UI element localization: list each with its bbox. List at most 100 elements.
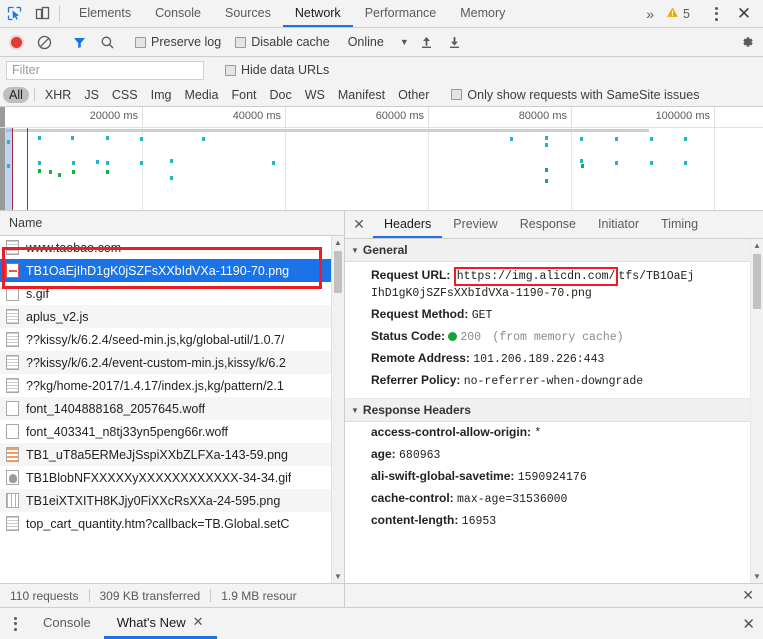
drawer-tab-whats-new[interactable]: What's New ✕ xyxy=(104,608,217,639)
tab-initiator[interactable]: Initiator xyxy=(587,211,650,238)
checkbox-box xyxy=(451,89,462,100)
status-code-row: Status Code: 200 (from memory cache) xyxy=(345,326,763,348)
type-filter-media[interactable]: Media xyxy=(178,87,224,103)
list-item[interactable]: font_403341_n8tj33yn5peng66r.woff xyxy=(0,420,344,443)
header-value: max-age=31536000 xyxy=(457,493,567,506)
list-item[interactable]: TB1eiXTXITH8KJjy0FiXXcRsXXa-24-595.png xyxy=(0,489,344,512)
status-code-key: Status Code: xyxy=(371,329,445,343)
section-response-headers[interactable]: ▼ Response Headers xyxy=(345,399,763,422)
type-filter-img[interactable]: Img xyxy=(145,87,178,103)
request-url-row: Request URL: https://img.alicdn.com/tfs/… xyxy=(345,265,763,304)
tab-timing[interactable]: Timing xyxy=(650,211,709,238)
image-icon xyxy=(6,447,19,462)
type-filter-all[interactable]: All xyxy=(3,87,29,103)
list-item[interactable]: www.taobao.com xyxy=(0,236,344,259)
tab-label: Response xyxy=(520,217,576,231)
filter-input[interactable] xyxy=(6,61,204,80)
type-filter-font[interactable]: Font xyxy=(226,87,263,103)
script-icon xyxy=(6,378,19,393)
filter-funnel-icon[interactable] xyxy=(65,35,93,50)
kebab-menu-icon[interactable] xyxy=(0,608,30,639)
type-filter-doc[interactable]: Doc xyxy=(264,87,298,103)
record-circle-icon[interactable] xyxy=(2,37,30,48)
headers-content[interactable]: ▼ General Request URL: https://img.alicd… xyxy=(345,239,763,583)
list-item[interactable]: s.gif xyxy=(0,282,344,305)
list-item[interactable]: TB1BlobNFXXXXXyXXXXXXXXXXXX-34-34.gif xyxy=(0,466,344,489)
inspect-element-icon[interactable] xyxy=(0,0,28,27)
warning-counter[interactable]: 5 xyxy=(660,6,696,22)
list-item[interactable]: TB1OaEjIhD1gK0jSZFsXXbIdVXa-1190-70.png xyxy=(0,259,344,282)
details-scrollbar[interactable]: ▲ ▼ xyxy=(750,239,763,583)
clear-no-entry-icon[interactable] xyxy=(30,35,58,50)
request-name: top_cart_quantity.htm?callback=TB.Global… xyxy=(26,517,289,531)
tab-preview[interactable]: Preview xyxy=(442,211,508,238)
type-filter-ws[interactable]: WS xyxy=(299,87,331,103)
detail-tab-bar: ✕ Headers Preview Response Initiator Tim… xyxy=(345,211,763,239)
list-item[interactable]: top_cart_quantity.htm?callback=TB.Global… xyxy=(0,512,344,535)
referrer-policy-row: Referrer Policy: no-referrer-when-downgr… xyxy=(345,370,763,392)
request-list-scrollbar[interactable]: ▲ ▼ xyxy=(331,236,344,583)
type-filter-css[interactable]: CSS xyxy=(106,87,144,103)
request-url-rest: tfs/TB1OaEj xyxy=(618,270,694,283)
list-item[interactable]: aplus_v2.js xyxy=(0,305,344,328)
scroll-up-arrow-icon[interactable]: ▲ xyxy=(332,236,344,249)
filter-row: Hide data URLs xyxy=(0,57,763,83)
hide-data-urls-checkbox[interactable]: Hide data URLs xyxy=(218,63,336,77)
close-icon[interactable]: ✕ xyxy=(729,4,759,24)
tab-memory[interactable]: Memory xyxy=(448,0,517,27)
list-item[interactable]: ??kissy/k/6.2.4/event-custom-min.js,kiss… xyxy=(0,351,344,374)
type-filter-js[interactable]: JS xyxy=(78,87,105,103)
request-list[interactable]: www.taobao.com TB1OaEjIhD1gK0jSZFsXXbIdV… xyxy=(0,236,344,583)
gear-icon[interactable] xyxy=(733,34,761,50)
warning-count-label: 5 xyxy=(683,7,690,21)
drawer-tab-console[interactable]: Console xyxy=(30,608,104,639)
close-icon[interactable]: ✕ xyxy=(193,614,204,630)
tab-elements[interactable]: Elements xyxy=(67,0,143,27)
column-header-name[interactable]: Name xyxy=(0,211,344,236)
section-general[interactable]: ▼ General xyxy=(345,239,763,262)
type-filter-xhr[interactable]: XHR xyxy=(39,87,77,103)
hide-data-urls-label: Hide data URLs xyxy=(241,63,329,77)
image-icon xyxy=(6,263,19,278)
tab-headers[interactable]: Headers xyxy=(373,211,442,238)
tab-performance[interactable]: Performance xyxy=(353,0,449,27)
load-event-line xyxy=(12,128,13,210)
export-down-arrow-icon[interactable] xyxy=(441,35,469,50)
samesite-issues-checkbox[interactable]: Only show requests with SameSite issues xyxy=(444,88,706,102)
remote-address-row: Remote Address: 101.206.189.226:443 xyxy=(345,348,763,370)
type-filter-manifest[interactable]: Manifest xyxy=(332,87,391,103)
overview-summary-line xyxy=(6,129,649,132)
green-status-dot-icon xyxy=(448,332,457,341)
list-item[interactable]: ??kissy/k/6.2.4/seed-min.js,kg/global-ut… xyxy=(0,328,344,351)
header-key: access-control-allow-origin: xyxy=(371,425,531,439)
tab-console[interactable]: Console xyxy=(143,0,213,27)
tick-label: 100000 ms xyxy=(656,110,714,122)
list-item[interactable]: ??kg/home-2017/1.4.17/index.js,kg/patter… xyxy=(0,374,344,397)
scroll-down-arrow-icon[interactable]: ▼ xyxy=(751,570,763,583)
warning-triangle-icon xyxy=(666,6,679,22)
tab-network[interactable]: Network xyxy=(283,0,353,27)
close-icon[interactable]: ✕ xyxy=(742,587,754,604)
chevron-double-right-icon[interactable]: » xyxy=(640,6,660,22)
preserve-log-checkbox[interactable]: Preserve log xyxy=(128,35,228,49)
device-toolbar-icon[interactable] xyxy=(28,0,56,27)
list-item[interactable]: font_1404888168_2057645.woff xyxy=(0,397,344,420)
list-item[interactable]: TB1_uT8a5ERMeJjSspiXXbZLFXa-143-59.png xyxy=(0,443,344,466)
kebab-menu-icon[interactable] xyxy=(703,7,729,21)
tab-label: Timing xyxy=(661,217,698,231)
scroll-up-arrow-icon[interactable]: ▲ xyxy=(751,239,763,252)
close-details-icon[interactable]: ✕ xyxy=(345,211,373,238)
throttling-select[interactable]: Online ▼ xyxy=(344,35,413,49)
tab-label: Preview xyxy=(453,217,497,231)
tab-sources[interactable]: Sources xyxy=(213,0,283,27)
network-overview[interactable]: 20000 ms 40000 ms 60000 ms 80000 ms 1000… xyxy=(0,107,763,211)
type-filter-other[interactable]: Other xyxy=(392,87,435,103)
search-magnifier-icon[interactable] xyxy=(93,35,121,50)
import-up-arrow-icon[interactable] xyxy=(413,35,441,50)
scroll-down-arrow-icon[interactable]: ▼ xyxy=(332,570,344,583)
disable-cache-checkbox[interactable]: Disable cache xyxy=(228,35,337,49)
close-drawer-icon[interactable]: ✕ xyxy=(742,615,755,633)
drawer-tab-label: What's New xyxy=(117,615,186,630)
tab-response[interactable]: Response xyxy=(509,211,587,238)
request-name: TB1BlobNFXXXXXyXXXXXXXXXXXX-34-34.gif xyxy=(26,471,291,485)
